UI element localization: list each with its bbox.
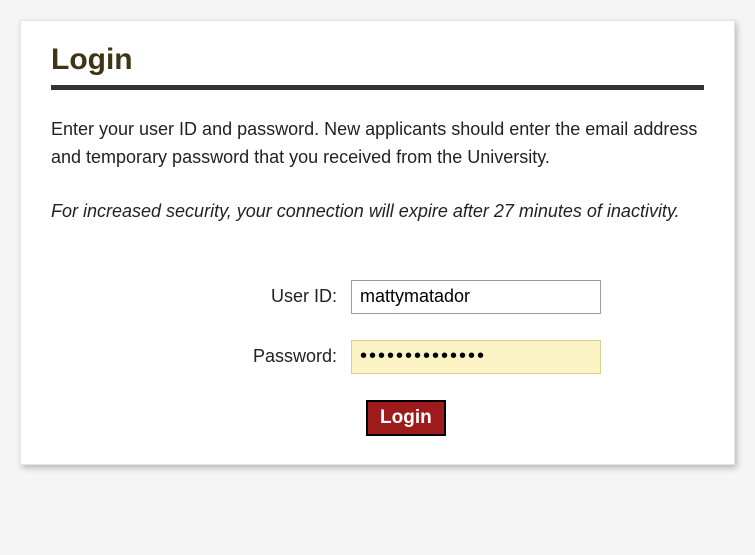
password-input[interactable] [351, 340, 601, 374]
password-row: Password: [51, 340, 704, 374]
title-divider [51, 85, 704, 90]
button-row: Login [51, 400, 704, 436]
instructions-text: Enter your user ID and password. New app… [51, 116, 704, 172]
user-id-input[interactable] [351, 280, 601, 314]
user-id-label: User ID: [51, 286, 351, 307]
page-title: Login [51, 43, 704, 77]
security-note: For increased security, your connection … [51, 198, 704, 226]
login-card: Login Enter your user ID and password. N… [20, 20, 735, 465]
password-label: Password: [51, 346, 351, 367]
login-button[interactable]: Login [366, 400, 446, 436]
user-id-row: User ID: [51, 280, 704, 314]
